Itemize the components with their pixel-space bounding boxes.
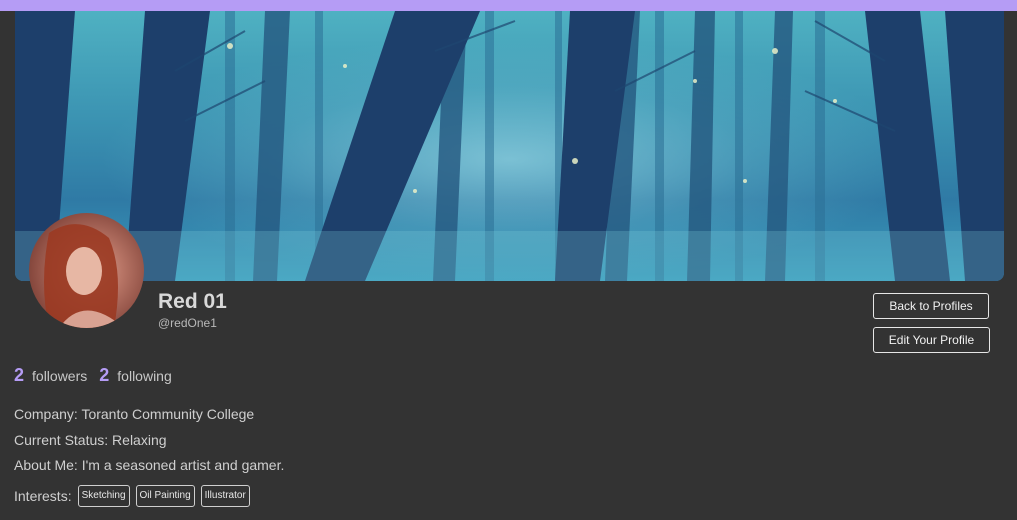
following-label[interactable]: following bbox=[117, 368, 171, 384]
interest-tag: Illustrator bbox=[200, 485, 250, 507]
about-info: About Me: I'm a seasoned artist and game… bbox=[14, 457, 285, 473]
follow-stats: 2 followers 2 following bbox=[14, 365, 172, 386]
company-info: Company: Toranto Community College bbox=[14, 406, 255, 422]
back-to-profiles-button[interactable]: Back to Profiles bbox=[873, 293, 989, 319]
profile-avatar bbox=[29, 213, 144, 328]
forest-illustration bbox=[15, 11, 1004, 281]
interests-label: Interests: bbox=[14, 488, 72, 504]
cover-banner-image bbox=[15, 11, 1004, 281]
interest-tag: Oil Painting bbox=[135, 485, 195, 507]
followers-label[interactable]: followers bbox=[32, 368, 87, 384]
interest-tag: Sketching bbox=[77, 485, 130, 507]
following-count[interactable]: 2 bbox=[99, 365, 109, 386]
profile-name: Red 01 bbox=[158, 290, 227, 313]
interests-row: Interests: Sketching Oil Painting Illust… bbox=[14, 485, 250, 507]
status-info: Current Status: Relaxing bbox=[14, 432, 167, 448]
avatar-portrait bbox=[44, 224, 124, 328]
edit-profile-button[interactable]: Edit Your Profile bbox=[873, 327, 990, 353]
followers-count[interactable]: 2 bbox=[14, 365, 24, 386]
top-accent-bar bbox=[0, 0, 1017, 11]
profile-handle: @redOne1 bbox=[158, 316, 217, 330]
